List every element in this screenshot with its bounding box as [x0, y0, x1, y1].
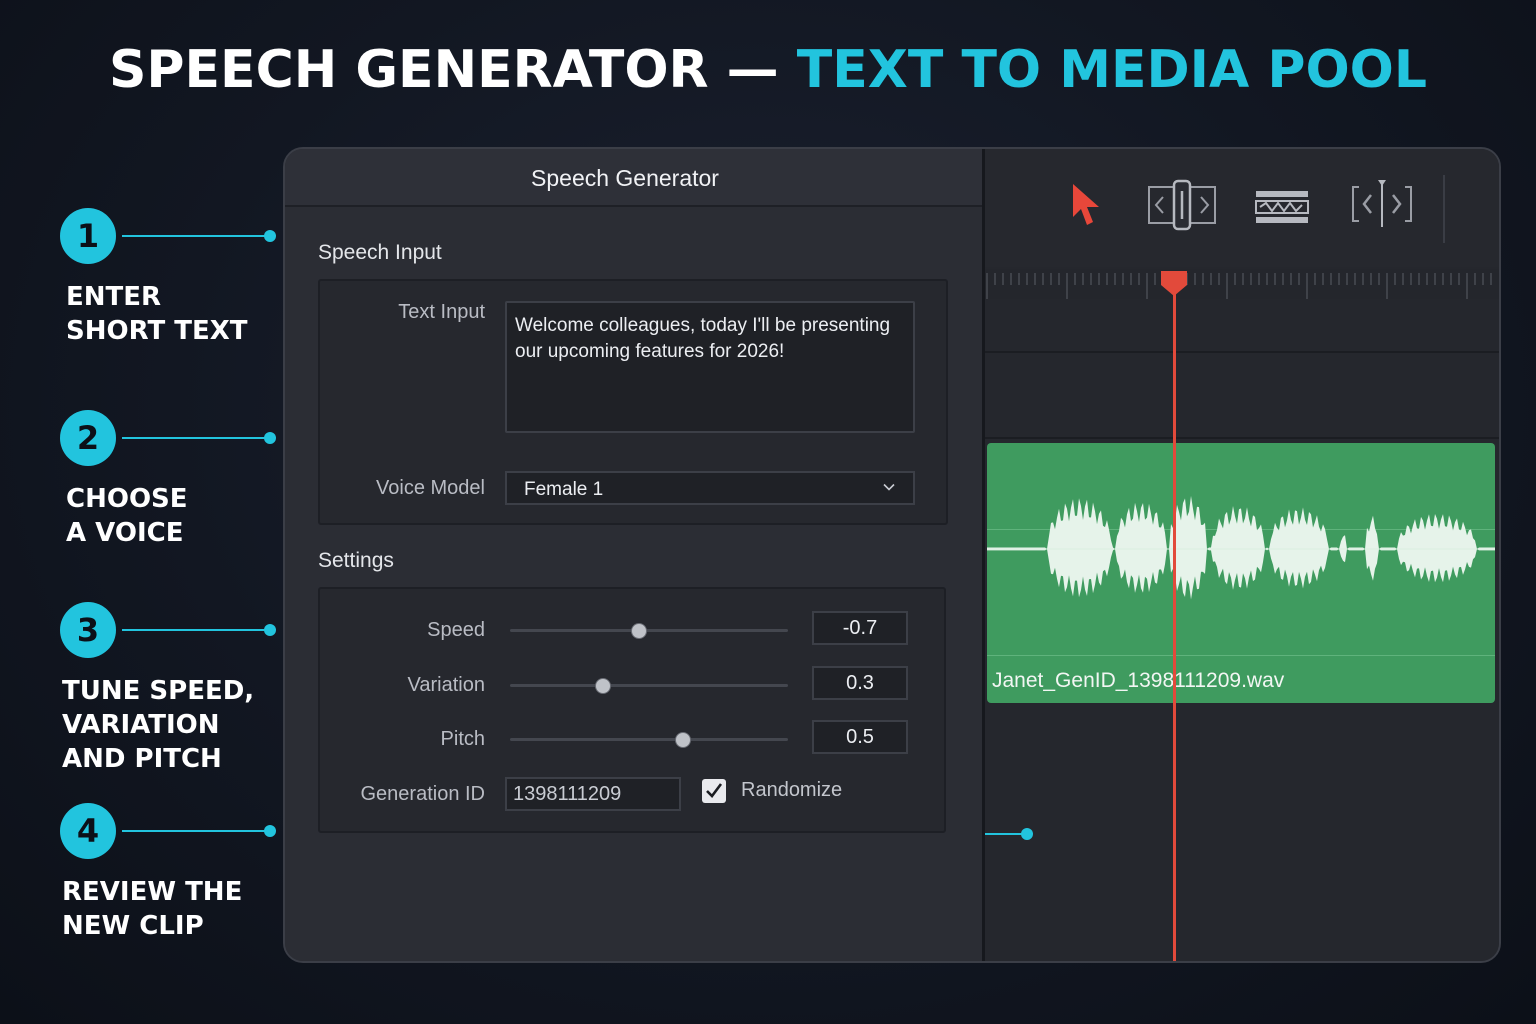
- playhead-line: [1173, 273, 1176, 961]
- speech-input-group: Text Input Welcome colleagues, today I'l…: [318, 279, 948, 525]
- playhead-marker-icon[interactable]: [1159, 271, 1189, 297]
- variation-slider[interactable]: [510, 678, 788, 694]
- speed-slider[interactable]: [510, 623, 788, 639]
- generation-id-field[interactable]: 1398111209: [505, 777, 681, 811]
- variation-label: Variation: [407, 674, 485, 696]
- pitch-slider[interactable]: [510, 732, 788, 748]
- clip-lane-line: [987, 655, 1495, 656]
- step-badge: 3: [60, 602, 116, 658]
- speed-slider-knob[interactable]: [630, 623, 647, 639]
- headline-main: SPEECH GENERATOR —: [108, 40, 797, 100]
- step-label: ENTER SHORT TEXT: [66, 282, 248, 346]
- generation-id-label: Generation ID: [360, 783, 485, 805]
- blade-icon[interactable]: [1254, 187, 1310, 227]
- step-connector: [122, 629, 268, 631]
- voice-model-dropdown[interactable]: Female 1: [505, 471, 915, 505]
- panel-title: Speech Generator: [531, 165, 719, 191]
- step-connector-dot: [264, 825, 276, 837]
- step-connector-dot: [264, 230, 276, 242]
- pitch-label: Pitch: [440, 728, 485, 750]
- step-label: CHOOSE A VOICE: [66, 484, 188, 548]
- step-4-connector: [985, 833, 1025, 835]
- headline: SPEECH GENERATOR — TEXT TO MEDIA POOL: [0, 40, 1536, 100]
- timeline-ruler[interactable]: [985, 269, 1499, 299]
- toolbar-separator: [1443, 175, 1445, 243]
- headline-accent: TEXT TO MEDIA POOL: [796, 40, 1428, 100]
- step-badge: 2: [60, 410, 116, 466]
- selection-arrow-icon[interactable]: [1069, 181, 1105, 229]
- track-separator: [985, 437, 1499, 439]
- settings-group: Speed -0.7 Variation 0.3 Pitch 0.5 Gener…: [318, 587, 946, 833]
- checkmark-icon: [706, 783, 723, 798]
- timeline-toolbar: [985, 149, 1499, 267]
- step-label: TUNE SPEED, VARIATION AND PITCH: [62, 676, 255, 774]
- step-label: REVIEW THE NEW CLIP: [62, 877, 243, 941]
- settings-heading: Settings: [318, 549, 394, 572]
- timeline-panel: Janet_GenID_1398111209.wav: [985, 149, 1499, 961]
- pitch-slider-knob[interactable]: [675, 732, 692, 748]
- randomize-checkbox[interactable]: [702, 779, 726, 803]
- step-connector: [122, 830, 268, 832]
- randomize-label: Randomize: [741, 779, 843, 801]
- trim-icon[interactable]: [1147, 179, 1217, 231]
- text-input-label: Text Input: [398, 301, 485, 323]
- step-badge: 4: [60, 803, 116, 859]
- speed-value-field[interactable]: -0.7: [812, 611, 908, 645]
- speed-label: Speed: [427, 619, 485, 641]
- step-connector-dot: [264, 432, 276, 444]
- slip-icon[interactable]: [1349, 177, 1415, 231]
- app-window: Speech Generator Speech Input Text Input…: [283, 147, 1501, 963]
- step-4-connector-dot: [1021, 828, 1033, 840]
- clip-name: Janet_GenID_1398111209.wav: [992, 669, 1285, 692]
- audio-clip[interactable]: Janet_GenID_1398111209.wav: [987, 443, 1495, 703]
- panel-title-bar: Speech Generator: [285, 149, 982, 207]
- speech-input-heading: Speech Input: [318, 241, 442, 264]
- voice-model-value: Female 1: [524, 479, 604, 500]
- variation-slider-knob[interactable]: [594, 678, 611, 694]
- text-input-field[interactable]: Welcome colleagues, today I'll be presen…: [505, 301, 915, 433]
- step-badge: 1: [60, 208, 116, 264]
- pitch-value-field[interactable]: 0.5: [812, 720, 908, 754]
- step-connector: [122, 437, 268, 439]
- voice-model-label: Voice Model: [376, 477, 485, 499]
- chevron-down-icon: [883, 483, 895, 491]
- audio-waveform: [987, 495, 1495, 600]
- track-separator: [985, 351, 1499, 353]
- variation-value-field[interactable]: 0.3: [812, 666, 908, 700]
- step-connector-dot: [264, 624, 276, 636]
- step-connector: [122, 235, 268, 237]
- speech-generator-panel: Speech Generator Speech Input Text Input…: [285, 149, 982, 961]
